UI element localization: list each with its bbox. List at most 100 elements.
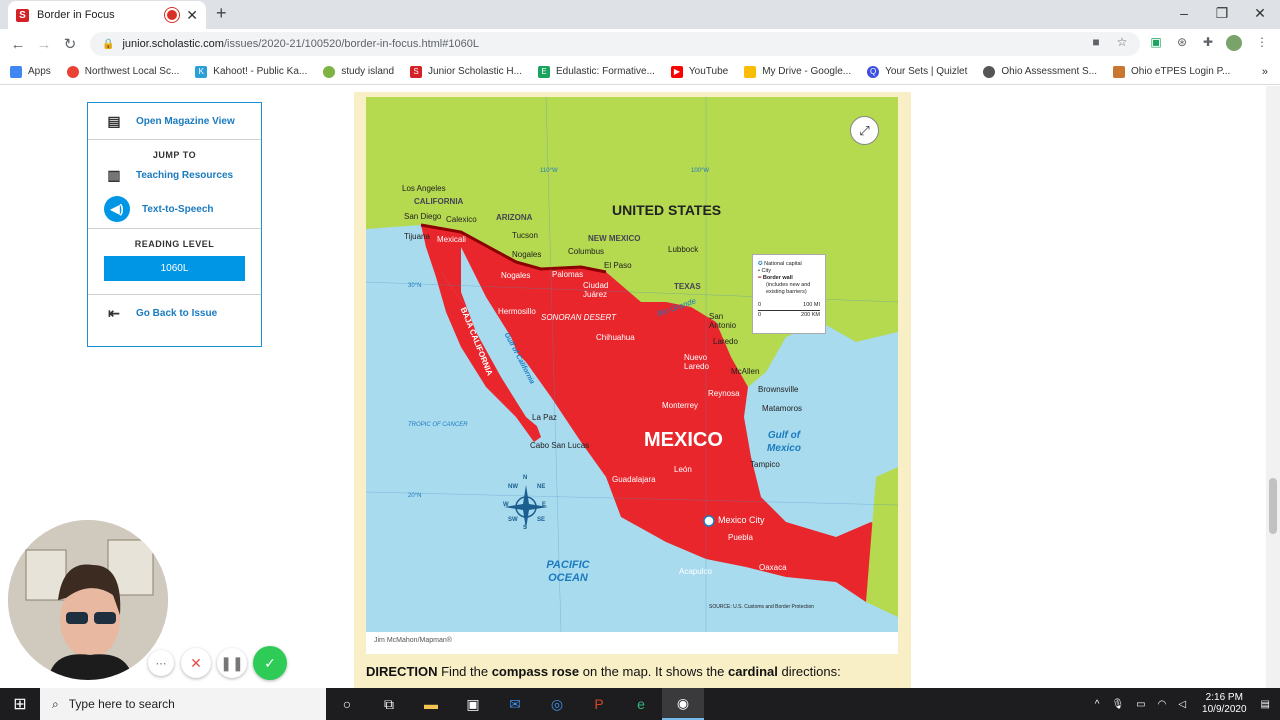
clock[interactable]: 2:16 PM 10/9/2020 [1202, 692, 1247, 716]
city-label: Mexicali [437, 235, 466, 244]
bookmark-item[interactable]: Northwest Local Sc... [66, 65, 179, 78]
direction-paragraph: DIRECTION Find the compass rose on the m… [366, 664, 841, 679]
city-label: Laredo [713, 337, 738, 346]
bookmark-item[interactable]: ▶ YouTube [670, 65, 728, 78]
city-label: Hermosillo [498, 307, 536, 316]
expand-map-button[interactable]: ⤢ [850, 116, 879, 145]
latitude-label: 30°N [408, 283, 422, 289]
jump-to-label: JUMP TO [152, 150, 197, 160]
forward-arrow-icon[interactable]: → [31, 36, 57, 53]
sea-label: Gulf of Mexico [767, 430, 801, 454]
cancel-recording-button[interactable]: ✕ [181, 648, 211, 678]
webcam-feed [8, 520, 168, 680]
safari-browser-icon[interactable]: ◎ [536, 688, 578, 720]
store-icon[interactable]: ▣ [452, 688, 494, 720]
bookmark-item[interactable]: Apps [10, 65, 51, 78]
microphone-icon[interactable]: 🎙 [1111, 699, 1124, 710]
extension-icon[interactable]: ▣ [1148, 35, 1164, 51]
city-label: Tijuana [404, 232, 430, 241]
edge-icon[interactable]: e [620, 688, 662, 720]
puzzle-icon[interactable]: ✚ [1200, 35, 1216, 51]
city-label: Oaxaca [759, 563, 787, 572]
city-label: Reynosa [708, 389, 740, 398]
page-scrollbar[interactable] [1266, 86, 1280, 688]
url-host: junior.scholastic.com [122, 38, 224, 50]
legend-scale: 0 100 MI [758, 302, 820, 308]
bookmark-item[interactable]: E Edulastic: Formative... [537, 65, 655, 78]
city-label: San Antonio [709, 312, 737, 330]
finish-recording-button[interactable]: ✓ [253, 646, 287, 680]
legend-wall-note: (includes new and existing barriers) [766, 282, 811, 295]
city-label: McAllen [731, 367, 760, 376]
more-options-button[interactable]: ⋯ [148, 650, 174, 676]
reading-level-select[interactable]: 1060L [104, 256, 245, 281]
compass-label: W [503, 502, 509, 508]
camera-icon[interactable]: ■ [1088, 35, 1104, 51]
bookmarks-bar: Apps Northwest Local Sc... K Kahoot! - Pu… [0, 59, 1280, 85]
maximize-icon[interactable]: ❐ [1212, 5, 1232, 22]
bookmark-item[interactable]: Ohio eTPES Login P... [1113, 65, 1230, 78]
close-window-icon[interactable]: ✕ [1250, 5, 1270, 22]
back-to-issue-button[interactable]: ⇤ Go Back to Issue [88, 295, 261, 331]
city-label: Ciudad Juárez [583, 281, 609, 299]
bookmark-item[interactable]: study island [323, 65, 394, 78]
city-label: San Diego [404, 212, 442, 221]
close-tab-icon[interactable]: ✕ [186, 7, 198, 24]
taskbar-search-input[interactable]: ⌕ Type here to search [40, 688, 326, 720]
country-label: UNITED STATES [612, 202, 722, 218]
tab-border-in-focus[interactable]: S Border in Focus ✕ [8, 1, 206, 29]
mail-icon[interactable]: ✉ [494, 688, 536, 720]
quizlet-icon: Q [867, 65, 880, 78]
minimize-icon[interactable]: – [1174, 5, 1194, 21]
city-label: Calexico [446, 215, 477, 224]
menu-dots-icon[interactable]: ⋮ [1254, 35, 1270, 51]
google-drive-icon [744, 65, 757, 78]
city-label: Nogales [512, 250, 542, 259]
speaker-icon: ◀) [104, 196, 130, 222]
bookmark-item[interactable]: K Kahoot! - Public Ka... [195, 65, 307, 78]
city-label: Cabo San Lucas [530, 441, 590, 450]
url-path: /issues/2020-21/100520/border-in-focus.h… [223, 38, 479, 50]
tray-chevron-icon[interactable]: ^ [1095, 699, 1100, 710]
volume-icon[interactable]: ◁ [1178, 699, 1186, 710]
lock-icon: 🔒 [102, 38, 115, 50]
bookmark-item[interactable]: S Junior Scholastic H... [410, 65, 522, 78]
webcam-bubble[interactable] [8, 520, 168, 680]
open-magazine-button[interactable]: ▤ Open Magazine View [88, 103, 261, 139]
bookmark-item[interactable]: Ohio Assessment S... [983, 65, 1097, 78]
back-arrow-icon: ⇤ [108, 304, 120, 321]
bookmark-item[interactable]: Q Your Sets | Quizlet [867, 65, 967, 78]
apps-grid-icon [10, 65, 22, 78]
scrollbar-thumb[interactable] [1269, 478, 1277, 534]
notifications-icon[interactable]: ▤ [1261, 699, 1270, 710]
city-label: Lubbock [668, 245, 699, 254]
city-label: Puebla [728, 533, 753, 542]
wifi-icon[interactable]: ◠ [1158, 699, 1167, 710]
city-label: Los Angeles [402, 184, 446, 193]
extension-icon[interactable]: ⊛ [1174, 35, 1190, 51]
battery-icon[interactable]: ▭ [1136, 699, 1145, 710]
more-bookmarks-icon[interactable]: » [1262, 66, 1268, 78]
text-to-speech-button[interactable]: ◀) Text-to-Speech [88, 190, 261, 228]
task-view-icon[interactable]: ⧉ [368, 688, 410, 720]
file-explorer-icon[interactable]: ▬ [410, 688, 452, 720]
cortana-icon[interactable]: ○ [326, 688, 368, 720]
windows-start-icon[interactable]: ⊞ [0, 688, 40, 720]
back-arrow-icon[interactable]: ← [5, 36, 31, 53]
new-tab-button[interactable]: + [216, 3, 227, 24]
compass-label: SE [537, 517, 546, 523]
pause-recording-button[interactable]: ❚❚ [217, 648, 247, 678]
region-label: CALIFORNIA [414, 197, 464, 206]
address-bar[interactable]: 🔒 junior.scholastic.com/issues/2020-21/1… [90, 32, 1140, 56]
reload-icon[interactable]: ↻ [57, 35, 83, 53]
teaching-resources-link[interactable]: ▥ Teaching Resources [88, 160, 261, 190]
bookmark-item[interactable]: My Drive - Google... [744, 65, 851, 78]
map-source: SOURCE: U.S. Customs and Border Protecti… [709, 604, 815, 610]
compass-label: NE [537, 484, 546, 490]
bookmark-star-icon[interactable]: ☆ [1114, 35, 1130, 51]
compass-label: E [542, 502, 547, 508]
powerpoint-icon[interactable]: P [578, 688, 620, 720]
map-image: ⤢ ✪ National capital • City ━ Border wal… [366, 97, 898, 632]
chrome-icon[interactable]: ◉ [662, 688, 704, 720]
profile-avatar[interactable] [1226, 35, 1242, 51]
